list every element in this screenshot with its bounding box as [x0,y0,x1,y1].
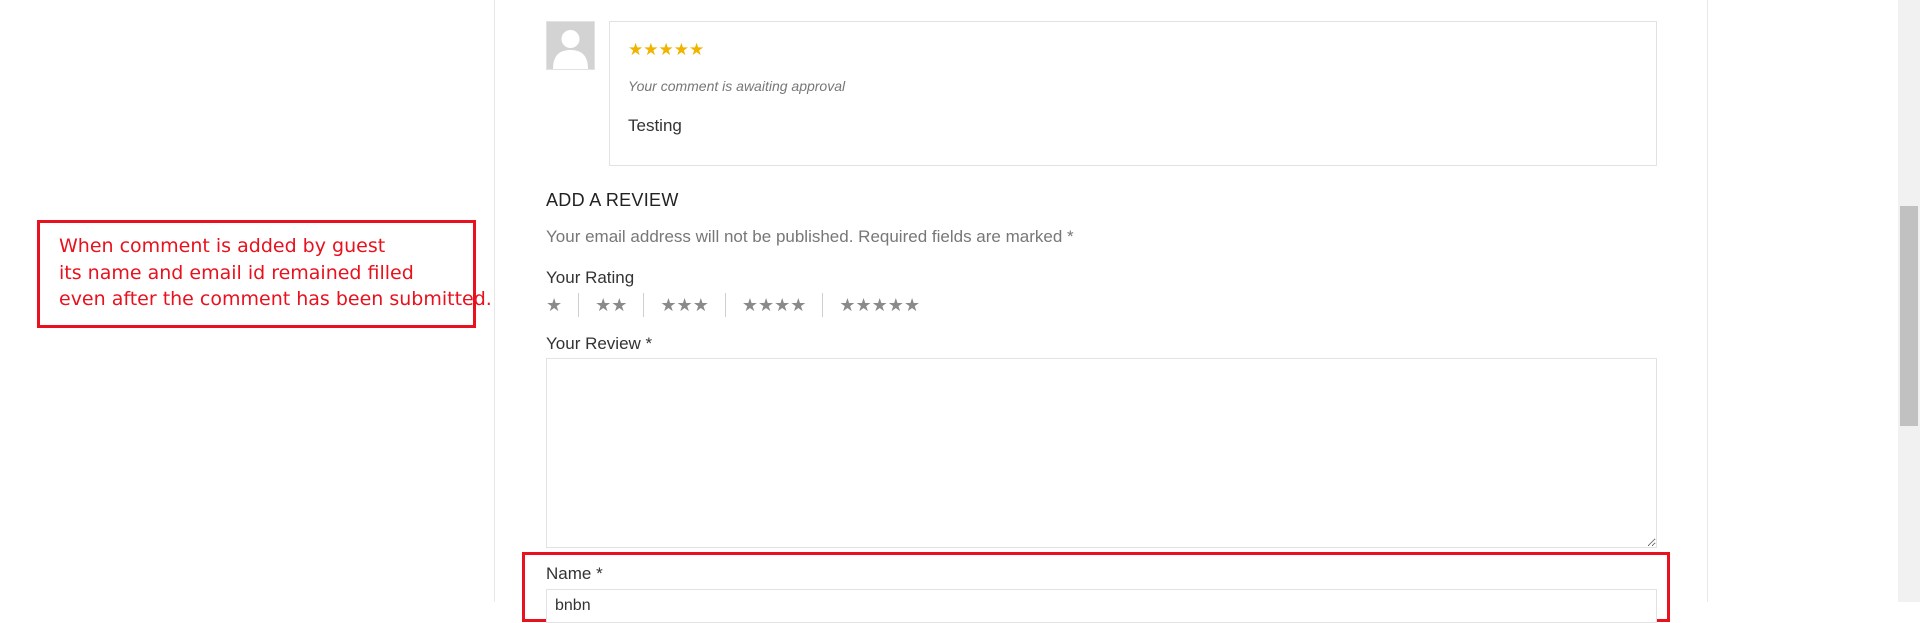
rating-label: Your Rating [546,268,635,287]
comment-rating-stars: ★★★★★ [628,40,705,59]
review-field-label: Your Review * [546,334,653,353]
comment-box: ★★★★★ Your comment is awaiting approval … [609,21,1657,166]
comment-status-text: Your comment is awaiting approval [628,78,846,94]
rating-option-5-stars[interactable]: ★★★★★ [822,293,936,317]
rating-option-1-star[interactable]: ★ [546,293,578,317]
review-form-title: ADD A REVIEW [546,190,679,210]
scrollbar-thumb[interactable] [1900,206,1918,426]
avatar [546,21,595,70]
rating-selector: ★ ★★ ★★★ ★★★★ ★★★★★ [546,292,936,318]
comment-body-text: Testing [628,116,682,135]
name-input[interactable] [546,589,1657,623]
rating-option-4-stars[interactable]: ★★★★ [724,293,823,317]
annotation-line-1: When comment is added by guest [59,235,386,257]
content-left-border [494,0,495,602]
annotation-line-3: even after the comment has been submitte… [59,288,492,310]
annotation-line-2: its name and email id remained filled [59,261,414,284]
name-field-label: Name * [546,564,603,583]
annotation-callout: When comment is added by guest its name … [37,220,492,328]
rating-option-2-stars[interactable]: ★★ [578,293,643,317]
review-textarea[interactable] [546,358,1657,548]
rating-option-3-stars[interactable]: ★★★ [643,293,724,317]
content-right-border [1707,0,1708,602]
user-placeholder-icon [547,22,594,69]
review-form-notes: Your email address will not be published… [546,227,1074,246]
